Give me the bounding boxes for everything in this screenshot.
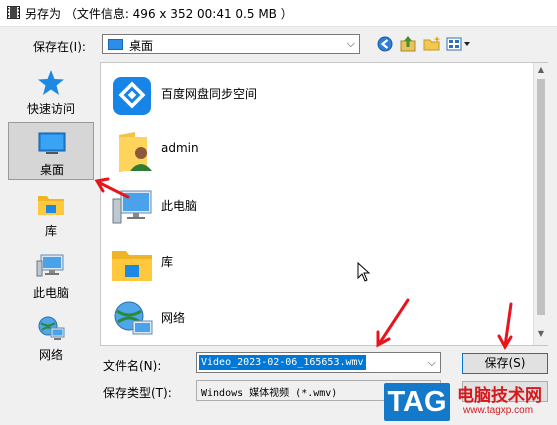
place-desktop[interactable]: 桌面 [8, 122, 94, 180]
list-item[interactable]: admin [105, 125, 505, 177]
desktop-icon [108, 39, 123, 50]
save-in-dropdown[interactable]: 桌面 ⌵ [102, 34, 360, 54]
list-item[interactable]: 此电脑 [105, 181, 505, 233]
view-menu-button[interactable] [445, 34, 472, 54]
place-network[interactable]: 网络 [8, 308, 94, 366]
list-item-label: admin [161, 141, 199, 155]
save-button[interactable]: 保存(S) [462, 353, 548, 374]
place-label: 此电脑 [32, 286, 69, 300]
scroll-up-icon[interactable]: ▲ [534, 65, 548, 77]
new-folder-button[interactable] [422, 34, 442, 54]
place-this-pc[interactable]: 此电脑 [8, 246, 94, 304]
baidu-netdisk-icon [113, 77, 151, 115]
scroll-thumb[interactable] [537, 79, 545, 315]
scrollbar[interactable]: ▲ ▼ [533, 63, 548, 345]
place-label: 桌面 [39, 163, 64, 177]
list-item-label: 库 [161, 255, 174, 269]
network-icon [38, 316, 65, 340]
list-item-label: 此电脑 [161, 199, 198, 213]
scroll-down-icon[interactable]: ▼ [534, 329, 548, 341]
watermark-logo: TAG [384, 383, 450, 421]
filetype-value: Windows 媒体视频 (*.wmv) [201, 388, 338, 399]
save-in-label: 保存在(I): [33, 40, 86, 54]
list-item-label: 网络 [161, 311, 186, 325]
watermark: TAG 电脑技术网 www.tagxp.com [381, 380, 557, 425]
mouse-cursor-icon [357, 262, 371, 282]
places-bar: 快速访问 桌面 库 此电脑 网络 [6, 62, 96, 382]
list-item[interactable]: 百度网盘同步空间 [105, 69, 505, 121]
place-label: 网络 [38, 348, 63, 362]
title-bar: 另存为 （文件信息: 496 x 352 00:41 0.5 MB ） [0, 0, 557, 27]
window-title: 另存为 （文件信息: 496 x 352 00:41 0.5 MB ） [25, 7, 293, 21]
place-label: 快速访问 [26, 102, 75, 116]
list-item[interactable]: 网络 [105, 293, 505, 345]
library-folder-icon [112, 251, 152, 281]
watermark-url: www.tagxp.com [463, 405, 534, 416]
desktop-icon [38, 132, 66, 154]
back-button[interactable] [375, 34, 395, 54]
list-item-label: 百度网盘同步空间 [161, 87, 258, 101]
user-folder-icon [119, 132, 152, 172]
place-quick-access[interactable]: 快速访问 [8, 62, 94, 120]
library-folder-icon [38, 196, 64, 215]
file-list[interactable]: 百度网盘同步空间 admin 此电脑 库 网络 [100, 62, 548, 346]
chevron-down-icon: ⌵ [346, 37, 355, 50]
chevron-down-icon[interactable]: ⌵ [428, 356, 436, 370]
filename-value: Video_2023-02-06_165653.wmv [199, 355, 366, 370]
save-in-value: 桌面 [129, 39, 154, 53]
up-folder-button[interactable] [398, 34, 418, 54]
place-label: 库 [44, 224, 57, 238]
list-item[interactable]: 库 [105, 237, 505, 289]
watermark-site-name: 电脑技术网 [457, 386, 542, 406]
computer-icon [36, 254, 64, 277]
filename-label: 文件名(N): [103, 359, 162, 373]
filename-input[interactable]: Video_2023-02-06_165653.wmv ⌵ [196, 352, 441, 373]
place-library[interactable]: 库 [8, 184, 94, 242]
computer-icon [112, 190, 152, 224]
film-icon [7, 6, 20, 19]
star-icon [38, 70, 64, 95]
network-icon [114, 301, 153, 335]
filetype-label: 保存类型(T): [103, 386, 172, 400]
